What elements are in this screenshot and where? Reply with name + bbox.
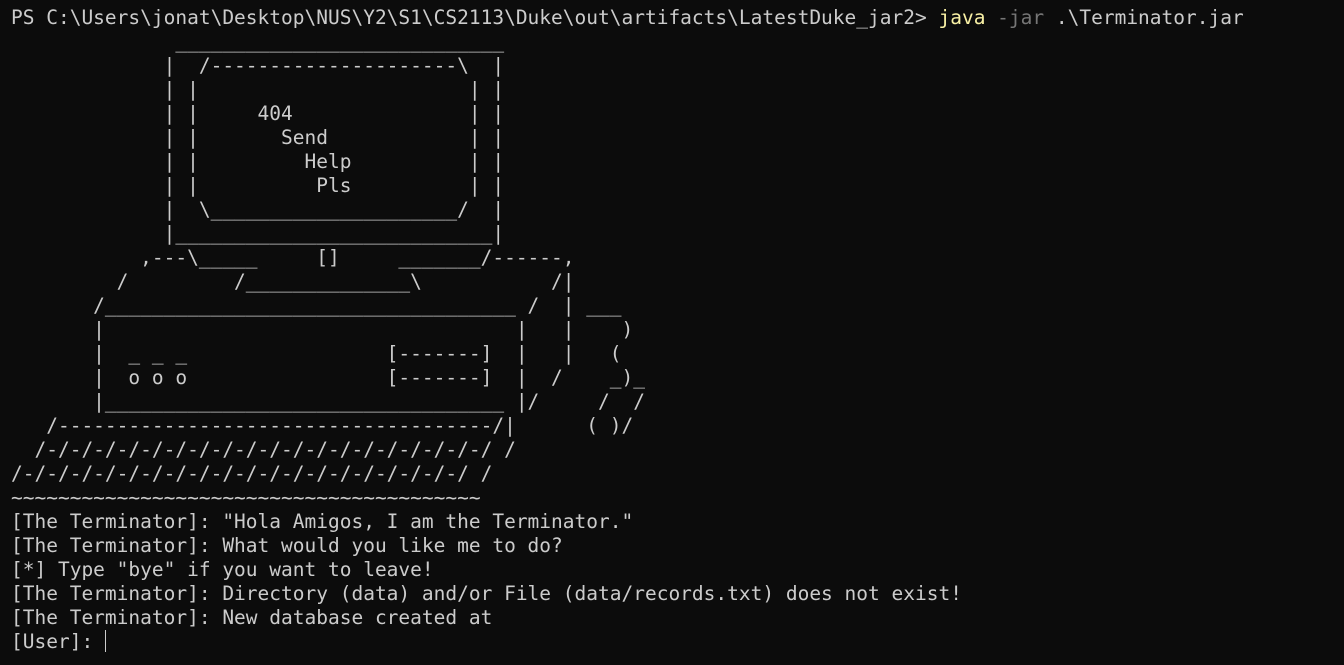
prompt-path: PS C:\Users\jonat\Desktop\NUS\Y2\S1\CS21…	[11, 6, 939, 29]
user-input-line[interactable]: [User]:	[11, 630, 1344, 654]
user-input-label: [User]:	[11, 630, 105, 653]
command-argument: .\Terminator.jar	[1044, 6, 1244, 29]
output-message: [The Terminator]: New database created a…	[11, 606, 493, 629]
ascii-art-line: | /---------------------\ |	[11, 54, 505, 77]
command-name: java	[938, 6, 986, 29]
ascii-art-line: / /______________\ /|	[11, 270, 575, 293]
output-message: [The Terminator]: What would you like me…	[11, 534, 563, 557]
output-message: [The Terminator]: "Hola Amigos, I am the…	[11, 510, 634, 533]
ascii-art-line: /-------------------------------------/|…	[11, 414, 634, 437]
ascii-art-line: ____________________________	[11, 30, 505, 53]
output-message: [*] Type "bye" if you want to leave!	[11, 558, 434, 581]
command-prompt-line: PS C:\Users\jonat\Desktop\NUS\Y2\S1\CS21…	[11, 6, 1344, 30]
ascii-art-divider: ~~~~~~~~~~~~~~~~~~~~~~~~~~~~~~~~~~~~~~~~	[11, 486, 481, 509]
ascii-art-line: /___________________________________ / |…	[11, 294, 622, 317]
ascii-art-line: |___________________________|	[11, 222, 505, 245]
output-message: [The Terminator]: Directory (data) and/o…	[11, 582, 962, 605]
ascii-art-line: ,---\_____ [] _______/------,	[11, 246, 575, 269]
ascii-art-line: | \_____________________/ |	[11, 198, 505, 221]
output-messages: [The Terminator]: "Hola Amigos, I am the…	[11, 510, 1344, 630]
ascii-art-line: /-/-/-/-/-/-/-/-/-/-/-/-/-/-/-/-/-/-/-/ …	[11, 438, 516, 461]
ascii-art-line: | | | |	[11, 78, 505, 101]
ascii-art-computer: ____________________________ | /--------…	[11, 30, 1344, 510]
text-cursor[interactable]	[104, 630, 106, 652]
ascii-art-line: | | Send | |	[11, 126, 505, 149]
ascii-art-line: | | Help | |	[11, 150, 505, 173]
ascii-art-line: |__________________________________ |/ /…	[11, 390, 645, 413]
ascii-art-line: /-/-/-/-/-/-/-/-/-/-/-/-/-/-/-/-/-/-/-/ …	[11, 462, 493, 485]
ascii-art-line: | | Pls | |	[11, 174, 505, 197]
ascii-art-line: | | | )	[11, 318, 634, 341]
terminal-window[interactable]: PS C:\Users\jonat\Desktop\NUS\Y2\S1\CS21…	[0, 0, 1344, 665]
ascii-art-line: | _ _ _ [-------] | | (	[11, 342, 622, 365]
ascii-art-line: | | 404 | |	[11, 102, 505, 125]
command-flag: -jar	[985, 6, 1045, 29]
ascii-art-line: | o o o [-------] | / _)_	[11, 366, 645, 389]
